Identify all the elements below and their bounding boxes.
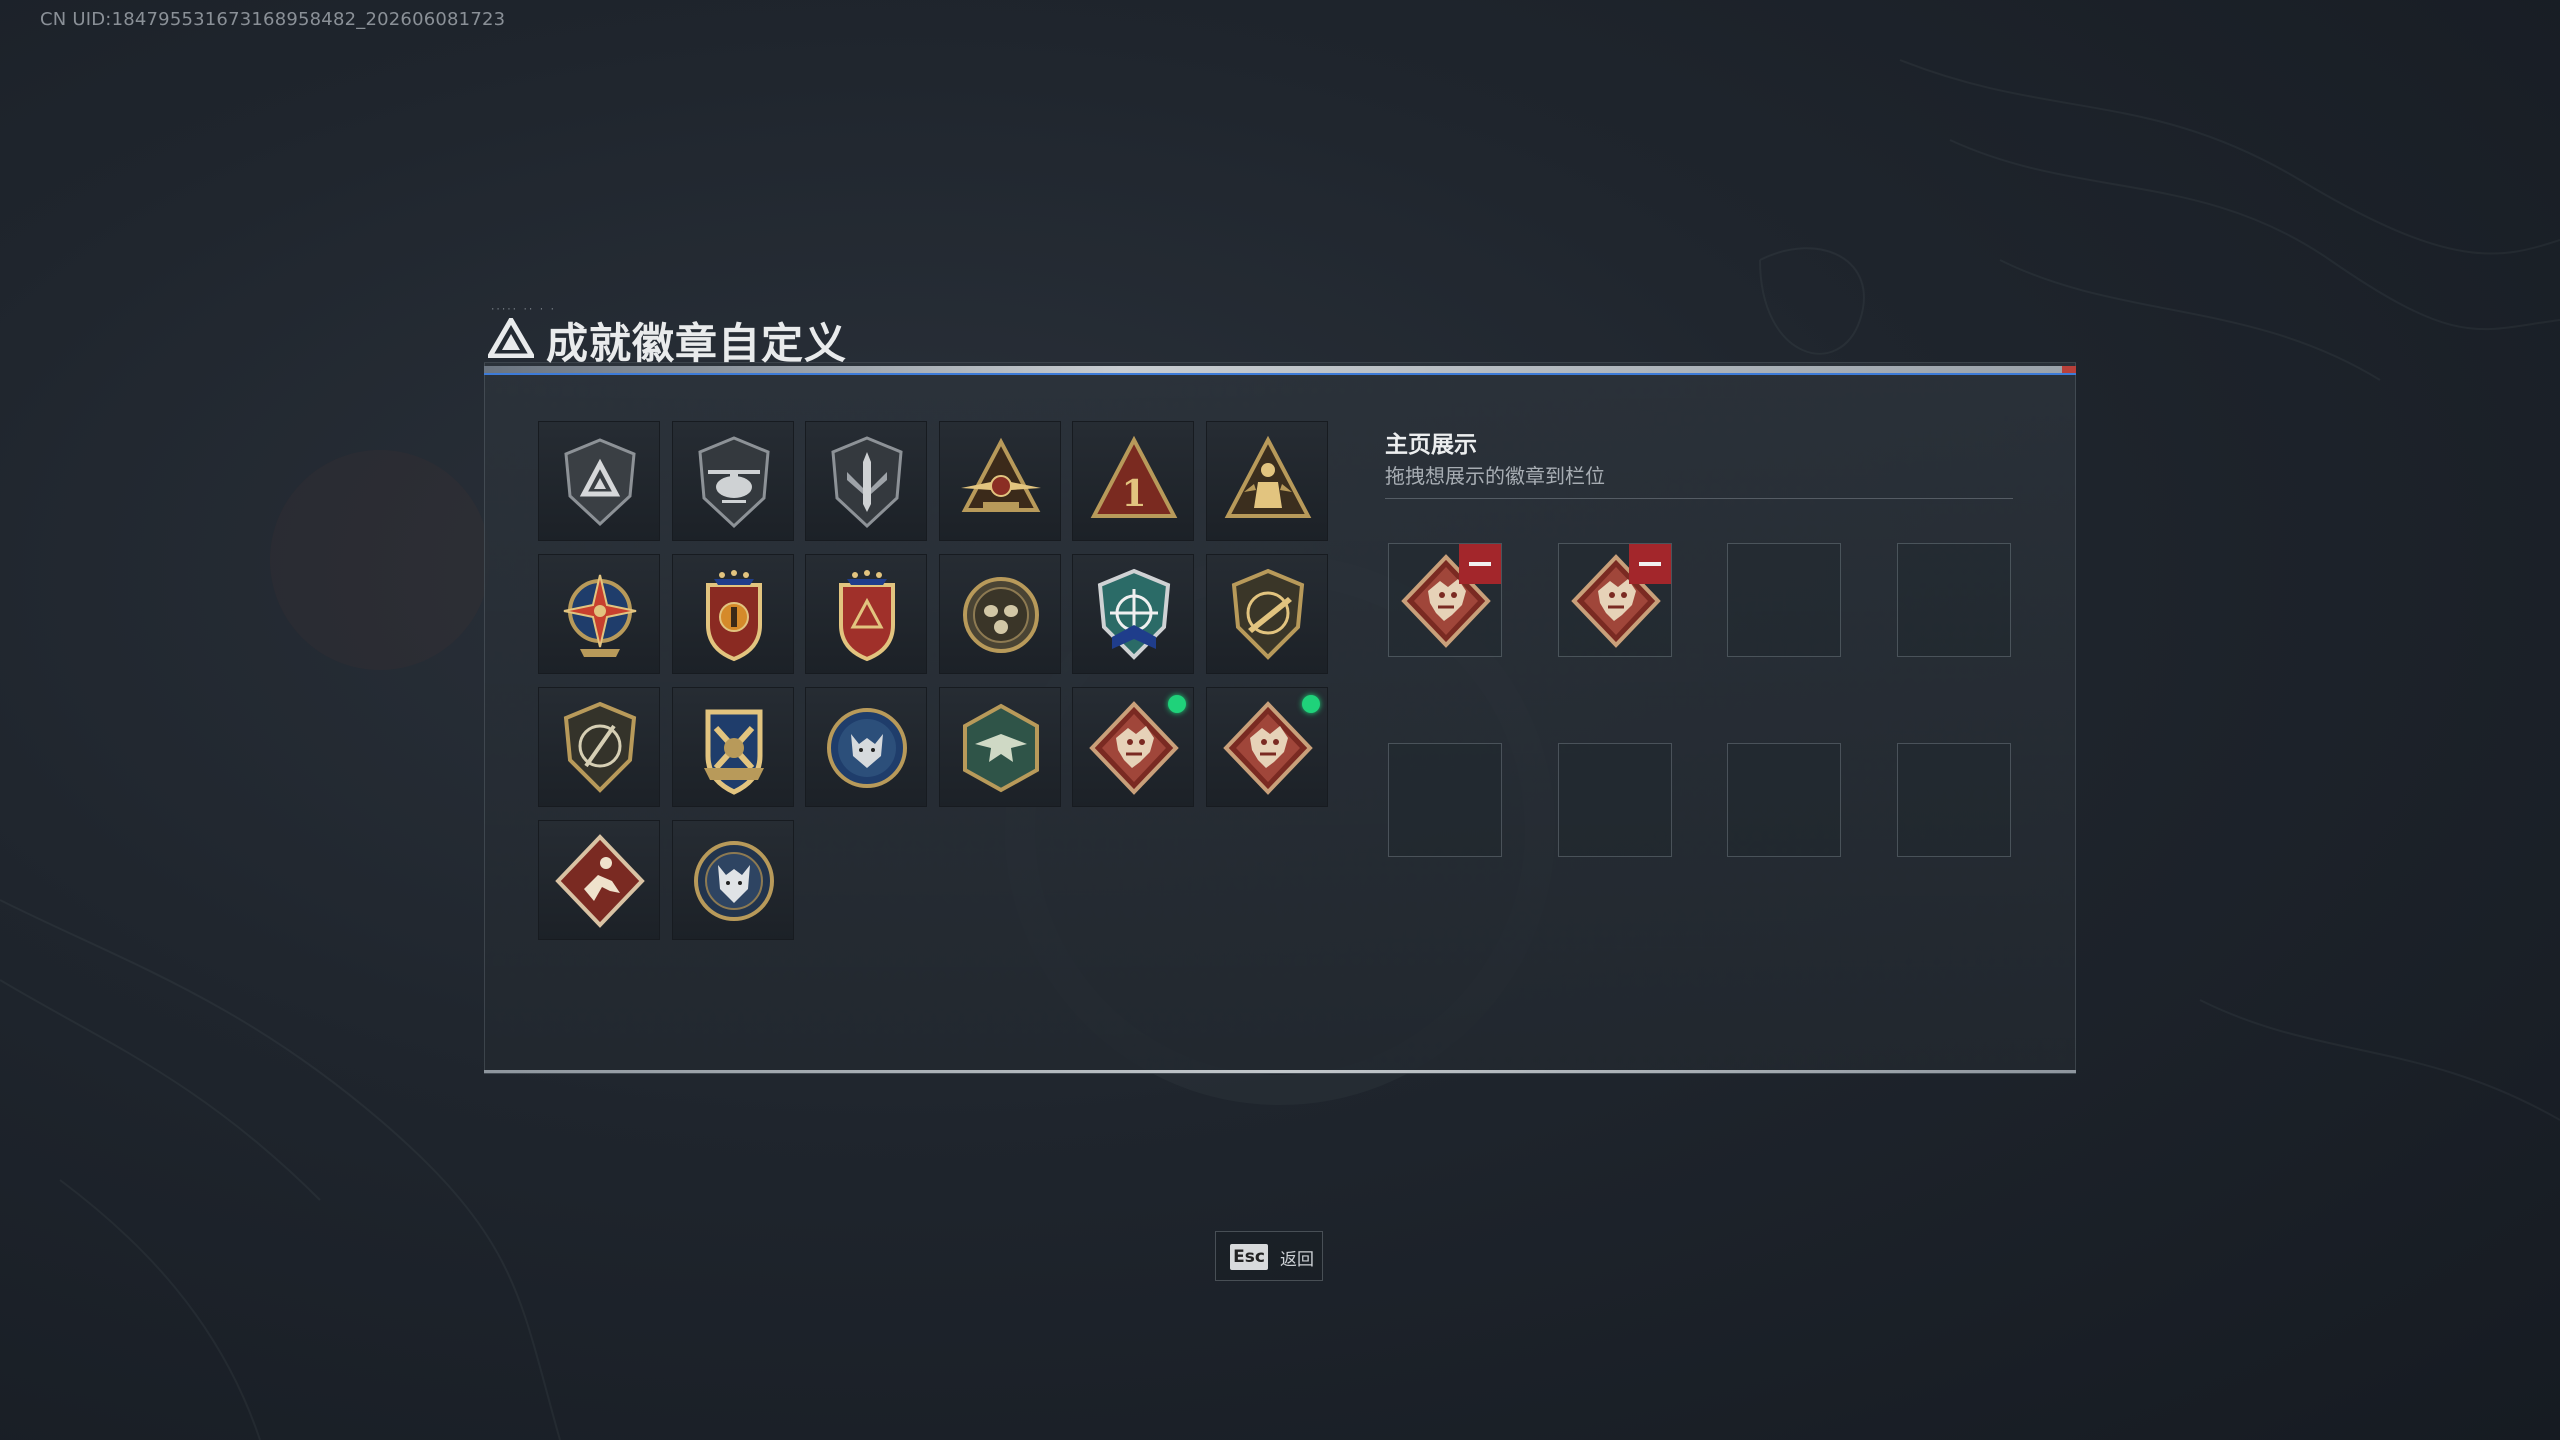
badge-cell[interactable]: 1 [1072, 421, 1194, 541]
crest-stars-badge-icon [705, 570, 762, 662]
soldier-triangle-badge-icon [1224, 435, 1311, 518]
bird-hexagon-badge-icon [962, 703, 1039, 793]
badge-cell[interactable] [671, 421, 794, 541]
badge-cell[interactable] [805, 554, 927, 674]
wolf-medal-badge-icon [693, 841, 774, 921]
badge-cell[interactable] [671, 820, 794, 940]
page-title: 成就徽章自定义 [546, 319, 848, 368]
back-label: 返回 [1280, 1250, 1314, 1270]
showcase-slot-filled[interactable] [1388, 543, 1502, 657]
badge-cell[interactable] [538, 421, 660, 541]
showcase-slot-empty[interactable] [1557, 743, 1672, 857]
uid-label: CN UID:184795531673168958482_20260608172… [40, 9, 506, 30]
badge-cell[interactable] [1072, 687, 1194, 807]
star-compass-badge-icon [563, 574, 637, 657]
wolf-circle-badge-icon [827, 708, 907, 788]
rifle-shield-badge-icon [1231, 568, 1304, 660]
showcase-title: 主页展示 [1385, 432, 1477, 458]
gold-crossed-shield-badge-icon [703, 709, 764, 795]
badge-cell[interactable] [938, 421, 1061, 541]
dragon-diamond-badge-icon [1222, 701, 1313, 795]
badge-cell[interactable] [1205, 421, 1328, 541]
gasmask-medal-badge-icon [962, 577, 1039, 653]
badge-cell[interactable] [538, 687, 660, 807]
showcase-slot-filled[interactable] [1557, 543, 1672, 657]
showcase-slot-empty[interactable] [1727, 543, 1841, 657]
crosshair-shield-badge-icon [1097, 568, 1171, 660]
badge-cell[interactable] [671, 554, 794, 674]
runner-diamond-badge-icon [555, 834, 645, 928]
equipped-indicator [1168, 695, 1186, 713]
delta-shield-badge-icon [564, 438, 636, 527]
esc-key-icon: Esc [1230, 1244, 1268, 1270]
winged-triangle-badge-icon [960, 437, 1041, 512]
badge-cell[interactable] [805, 687, 927, 807]
page-header: ····· ·· · · 成就徽章自定义 [484, 300, 2076, 372]
badge-cell[interactable] [938, 554, 1061, 674]
showcase-slot-empty[interactable] [1727, 743, 1841, 857]
remove-badge-button[interactable] [1459, 544, 1501, 584]
remove-badge-button[interactable] [1628, 544, 1671, 584]
showcase-divider [1385, 498, 2013, 499]
badge-cell[interactable] [1205, 687, 1328, 807]
showcase-subtitle: 拖拽想展示的徽章到栏位 [1385, 464, 1605, 488]
badge-cell[interactable] [938, 687, 1061, 807]
number-one-triangle-badge-icon: 1 [1090, 435, 1178, 518]
svg-text:1: 1 [1121, 473, 1146, 515]
sniper-shield-badge-icon [563, 701, 637, 793]
helicopter-badge-icon [697, 436, 770, 529]
back-button[interactable]: Esc 返回 [1215, 1231, 1323, 1281]
showcase-slot-empty[interactable] [1388, 743, 1502, 857]
red-crest-badge-icon [839, 570, 895, 662]
sword-shield-badge-icon [831, 436, 903, 529]
badge-cell[interactable] [671, 687, 794, 807]
delta-logo-icon [488, 318, 534, 358]
showcase-slot-empty[interactable] [1896, 743, 2011, 857]
dragon-diamond-badge-icon [1089, 701, 1179, 795]
badge-cell[interactable] [805, 421, 927, 541]
showcase-slot-empty[interactable] [1896, 543, 2011, 657]
badge-cell[interactable] [1072, 554, 1194, 674]
badge-cell[interactable] [1205, 554, 1328, 674]
equipped-indicator [1301, 695, 1320, 713]
panel-bottom-border [484, 1070, 2076, 1073]
badge-cell[interactable] [538, 820, 660, 940]
badge-cell[interactable] [538, 554, 660, 674]
